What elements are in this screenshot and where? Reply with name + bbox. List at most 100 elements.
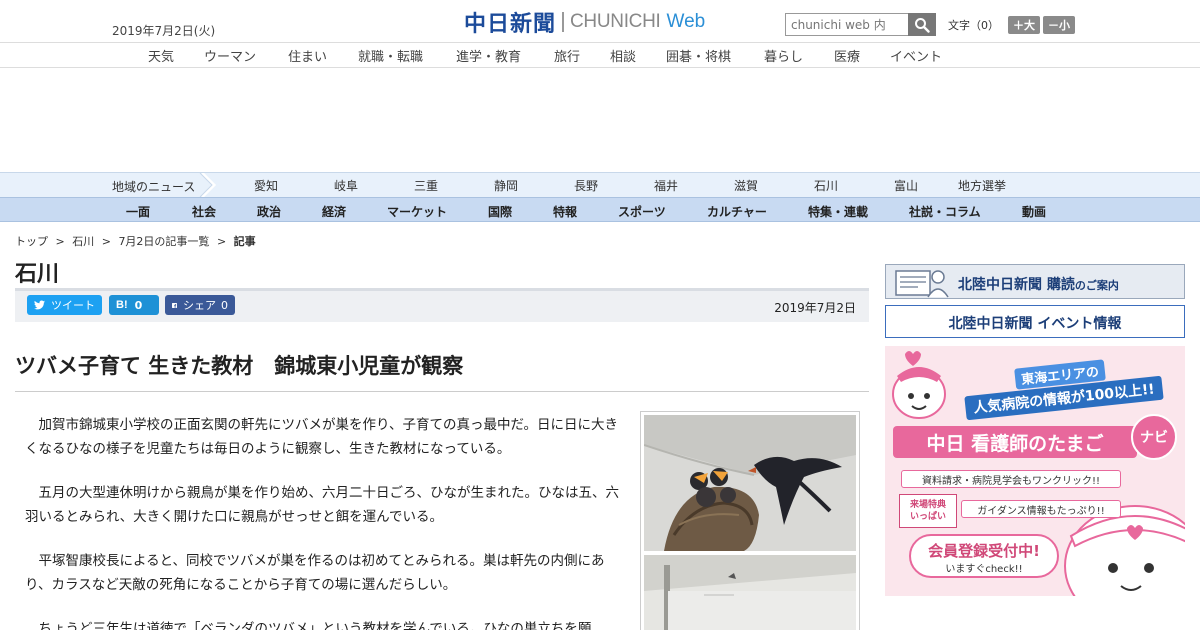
catnav-education[interactable]: 進学・教育 <box>456 46 521 65</box>
search-icon <box>915 17 930 33</box>
article-paragraph: 加賀市錦城東小学校の正面玄関の軒先にツバメが巣を作り、子育ての真っ最中だ。日に日… <box>25 417 619 457</box>
logo-en-text: CHUNICHI <box>570 11 661 32</box>
breadcrumb: トップ > 石川 > 7月2日の記事一覧 > 記事 <box>15 233 256 249</box>
font-bigger-button[interactable]: ＋大 <box>1008 16 1040 34</box>
share-bar: ツイート B! 0 シェア 0 2019年7月2日 <box>15 291 869 322</box>
section-title: 石川 <box>15 262 60 287</box>
nursing-navi-ad[interactable]: 東海エリアの 人気病院の情報が100以上!! 中日 看護師のたまご ナビ 資料請… <box>885 346 1185 596</box>
catnav-travel[interactable]: 旅行 <box>554 46 580 65</box>
catnav-event[interactable]: イベント <box>890 46 942 65</box>
sec-editorial[interactable]: 社説・コラム <box>909 203 981 220</box>
catnav-woman[interactable]: ウーマン <box>204 46 256 65</box>
font-smaller-button[interactable]: －小 <box>1043 16 1075 34</box>
catnav-living[interactable]: 暮らし <box>764 46 803 65</box>
headline-divider <box>15 391 869 392</box>
subscribe-main-text: 北陸中日新聞 購読 <box>958 277 1075 293</box>
region-shizuoka[interactable]: 静岡 <box>494 177 518 194</box>
search-input[interactable] <box>785 13 908 36</box>
subscribe-text: 北陸中日新聞 購読のご案内 <box>958 274 1119 294</box>
ad-register-badge[interactable]: 会員登録受付中! いますぐcheck!! <box>909 534 1059 578</box>
region-fukui[interactable]: 福井 <box>654 177 678 194</box>
catnav-weather[interactable]: 天気 <box>148 46 174 65</box>
article-photo-frame[interactable] <box>640 411 860 630</box>
facebook-share-button[interactable]: シェア 0 <box>165 295 235 315</box>
catnav-igo-shogi[interactable]: 囲碁・将棋 <box>666 46 731 65</box>
sec-international[interactable]: 国際 <box>488 203 512 220</box>
hatena-b-icon: B! <box>116 299 128 311</box>
region-shiga[interactable]: 滋賀 <box>734 177 758 194</box>
ad-register-subtext: いますぐcheck!! <box>945 564 1023 575</box>
event-info-text: 北陸中日新聞 イベント情報 <box>948 316 1122 332</box>
ad-tag-bottom: いっぱい <box>909 512 946 522</box>
site-search <box>785 13 936 36</box>
region-toyama[interactable]: 富山 <box>894 177 918 194</box>
event-info-banner[interactable]: 北陸中日新聞 イベント情報 <box>885 305 1185 338</box>
school-entrance-photo[interactable] <box>644 555 856 630</box>
facebook-count: 0 <box>221 298 228 312</box>
ad-title: 中日 看護師のたまご <box>893 426 1137 458</box>
article-paragraph: 平塚智康校長によると、同校でツバメが巣を作るのは初めてとみられる。巣は軒先の内側… <box>25 553 605 593</box>
sec-front[interactable]: 一面 <box>126 203 150 220</box>
article-paragraph: ちょうど三年生は道徳で「ベランダのツバメ」という教材を学んでいる。ひなの巣立ちを… <box>38 621 592 630</box>
breadcrumb-separator: > <box>216 235 227 248</box>
catnav-jobs[interactable]: 就職・転職 <box>358 46 423 65</box>
breadcrumb-current: 記事 <box>233 235 256 248</box>
banner-ad-space <box>0 68 1200 172</box>
tweet-label: ツイート <box>51 299 95 312</box>
ad-bullet-1: 資料請求・病院見学会もワンクリック!! <box>901 470 1121 488</box>
region-gifu[interactable]: 岐阜 <box>334 177 358 194</box>
tweet-button[interactable]: ツイート <box>27 295 102 315</box>
logo-divider <box>562 12 565 32</box>
breadcrumb-date-list[interactable]: 7月2日の記事一覧 <box>118 235 209 248</box>
breadcrumb-top[interactable]: トップ <box>15 235 48 248</box>
region-ishikawa[interactable]: 石川 <box>814 177 838 194</box>
category-nav: 天気 ウーマン 住まい 就職・転職 進学・教育 旅行 相談 囲碁・将棋 暮らし … <box>0 42 1200 68</box>
hatena-bookmark-button[interactable]: B! 0 <box>109 295 159 315</box>
site-header: 2019年7月2日(火) 中日新聞 CHUNICHI Web 文字（0） ＋大 … <box>0 0 1200 42</box>
catnav-housing[interactable]: 住まい <box>288 46 327 65</box>
sec-culture[interactable]: カルチャー <box>707 203 767 220</box>
article-headline: ツバメ子育て 生きた教材 錦城東小児童が観察 <box>15 354 464 378</box>
sec-special[interactable]: 特報 <box>553 203 577 220</box>
catnav-medical[interactable]: 医療 <box>834 46 860 65</box>
search-button[interactable] <box>908 13 936 36</box>
region-nagano[interactable]: 長野 <box>574 177 598 194</box>
sec-society[interactable]: 社会 <box>192 203 216 220</box>
region-nav: 地域のニュース 愛知 岐阜 三重 静岡 長野 福井 滋賀 石川 富山 地方選挙 <box>0 172 1200 197</box>
section-nav: 一面 社会 政治 経済 マーケット 国際 特報 スポーツ カルチャー 特集・連載… <box>0 197 1200 222</box>
region-mie[interactable]: 三重 <box>414 177 438 194</box>
breadcrumb-ishikawa[interactable]: 石川 <box>72 235 94 248</box>
sec-economy[interactable]: 経済 <box>322 203 346 220</box>
header-date: 2019年7月2日(火) <box>112 24 216 38</box>
site-logo[interactable]: 中日新聞 CHUNICHI Web <box>464 9 706 37</box>
catnav-consult[interactable]: 相談 <box>610 46 636 65</box>
sec-video[interactable]: 動画 <box>1022 203 1046 220</box>
facebook-share-label: シェア <box>183 299 216 312</box>
article-body: 加賀市錦城東小学校の正面玄関の軒先にツバメが巣を作り、子育ての真っ最中だ。日に日… <box>25 413 629 630</box>
sec-market[interactable]: マーケット <box>387 203 447 220</box>
breadcrumb-separator: > <box>101 235 111 248</box>
hatena-count: 0 <box>134 298 143 312</box>
region-nav-label: 地域のニュース <box>112 180 196 194</box>
sec-sports[interactable]: スポーツ <box>618 203 666 220</box>
font-size-control: 文字（0） ＋大 －小 <box>948 16 1075 34</box>
logo-jp-text: 中日新聞 <box>464 11 557 37</box>
swallow-nest-photo[interactable] <box>644 415 856 551</box>
newspaper-reader-icon <box>895 270 949 298</box>
font-size-label: 文字（0） <box>948 19 999 32</box>
facebook-icon <box>172 302 177 308</box>
sec-features[interactable]: 特集・連載 <box>808 203 868 220</box>
breadcrumb-separator: > <box>55 235 65 248</box>
subscribe-small-text: のご案内 <box>1074 279 1119 292</box>
article-date: 2019年7月2日 <box>774 301 856 315</box>
region-arrow-icon <box>199 173 217 197</box>
ad-navi-badge: ナビ <box>1131 414 1177 460</box>
subscribe-banner[interactable]: 北陸中日新聞 購読のご案内 <box>885 264 1185 299</box>
ad-register-text: 会員登録受付中! <box>928 542 1040 560</box>
twitter-bird-icon <box>34 300 45 310</box>
sec-politics[interactable]: 政治 <box>257 203 281 220</box>
region-aichi[interactable]: 愛知 <box>254 177 278 194</box>
logo-web-text: Web <box>666 11 706 32</box>
region-local-election[interactable]: 地方選挙 <box>958 177 1006 194</box>
ad-bonus-tag: 来場特典 いっぱい <box>899 494 957 528</box>
